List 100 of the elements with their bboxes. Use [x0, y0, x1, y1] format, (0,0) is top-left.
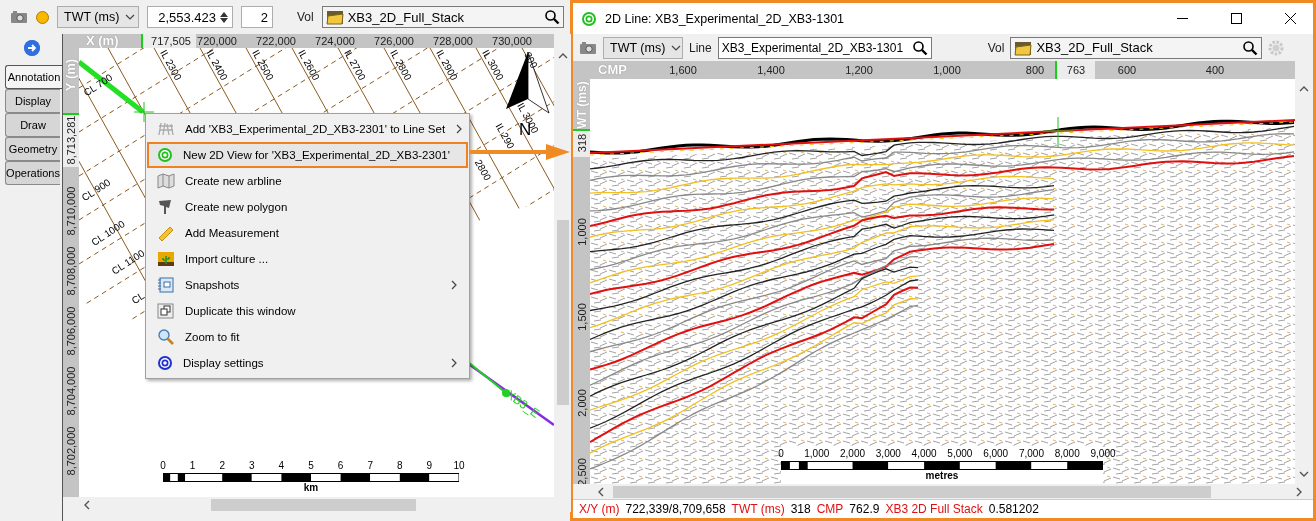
status-label: XB3 2D Full Stack [885, 502, 983, 517]
inline-label: IL 2900 [434, 48, 460, 83]
menu-item[interactable]: New 2D View for 'XB3_Experimental_2D_XB3-2301' [147, 142, 468, 168]
scroll-left-icon[interactable] [597, 486, 605, 497]
scale-label: 4 [278, 460, 285, 472]
scale-label: 0 [778, 448, 784, 461]
side-tab[interactable]: Display [5, 89, 60, 113]
x-tick-label: 724,000 [315, 34, 355, 48]
volume-field[interactable]: XB3_2D_Full_Stack [321, 6, 564, 28]
x-tick-label: 728,000 [433, 34, 473, 48]
inline-label: IL 2800 [388, 48, 414, 83]
side-tab[interactable]: Operations [5, 161, 60, 185]
x-tick-label: 1,200 [845, 63, 873, 79]
search-icon[interactable] [1242, 39, 1259, 56]
y-tick-label: 2,000 [574, 389, 589, 418]
minimize-icon [1176, 17, 1188, 20]
menu-item[interactable]: Add 'XB3_Experimental_2D_XB3-2301' to Line Set [147, 116, 468, 142]
y-tick-label: 8,702,000 [64, 426, 78, 476]
chevron-icon [451, 358, 457, 368]
inline-label: IL 2300 [158, 48, 184, 83]
camera-icon[interactable] [579, 40, 597, 55]
scroll-right-icon[interactable] [1295, 486, 1303, 497]
scale-label: 6,000 [983, 448, 1009, 461]
line-field[interactable]: XB3_Experimental_2D_XB3-1301 [717, 36, 932, 59]
y-tick-label: 8,704,000 [64, 366, 78, 416]
x-tick-label: 730,000 [492, 34, 532, 48]
status-label: CMP [816, 502, 844, 517]
volume-field[interactable]: XB3_2D_Full_Stack [1010, 36, 1263, 59]
x-tick-label: 720,000 [197, 34, 237, 48]
maximize-icon [1230, 13, 1242, 24]
menu-item[interactable]: Create new arbline [147, 168, 468, 194]
go-arrow-icon[interactable] [24, 40, 40, 56]
status-value: 318 [790, 502, 811, 517]
scale-label: 1,000 [804, 448, 830, 461]
scale-label: 7 [367, 460, 373, 472]
side-tab[interactable]: Annotation [5, 65, 62, 89]
domain-dropdown[interactable]: TWT (ms) [57, 6, 139, 28]
magnifier-icon [157, 329, 175, 345]
scroll-down-icon[interactable] [1299, 470, 1309, 479]
side-tab[interactable]: Draw [5, 113, 60, 137]
scale-label: 2,000 [840, 448, 866, 461]
search-icon[interactable] [544, 9, 560, 25]
menu-item[interactable]: Snapshots [147, 272, 468, 298]
x-tick-label: 800 [1025, 63, 1045, 79]
x-tick-label: 726,000 [374, 34, 414, 48]
crosshair-icon [134, 102, 154, 122]
scale-label: 4,000 [911, 448, 937, 461]
x-tick-label: 722,000 [256, 34, 296, 48]
scale-label: 5,000 [947, 448, 973, 461]
menu-item[interactable]: Zoom to fit [147, 324, 468, 350]
x-tick-label: 1,400 [757, 63, 785, 79]
scale-unit: km [302, 482, 320, 494]
menu-item[interactable]: Add Measurement [147, 220, 468, 246]
chevron-icon [456, 124, 463, 134]
x-tick-label: 1,600 [669, 63, 697, 79]
x-tick-label: 600 [1117, 63, 1137, 79]
x-axis-title: X (m) [86, 34, 119, 48]
y-tick-label: 1,500 [574, 303, 589, 332]
scale-label: 7,000 [1018, 448, 1044, 461]
domain-dropdown[interactable]: TWT (ms) [603, 36, 683, 59]
scroll-left-icon[interactable] [83, 499, 91, 510]
spin-down-icon[interactable] [220, 17, 228, 23]
scroll-up-icon[interactable] [557, 52, 568, 60]
spin-up-icon[interactable] [220, 11, 228, 17]
y-axis-title: WT (ms) [574, 81, 589, 130]
step-input[interactable]: 2 [241, 6, 273, 28]
scale-label: 2 [219, 460, 225, 472]
grid-label: 2800 [472, 157, 494, 183]
menu-item[interactable]: Import culture ... [147, 246, 468, 272]
scale-label: 0 [160, 460, 166, 472]
cactus-icon [157, 251, 175, 267]
target-icon [157, 147, 173, 163]
scale-label: 8,000 [1054, 448, 1080, 461]
crossline-label: CL 700 [81, 71, 115, 99]
scale-unit: metres [924, 470, 960, 483]
search-icon[interactable] [911, 39, 928, 56]
crossline-label: CL 1000 [89, 218, 127, 248]
line-set-icon [157, 121, 175, 137]
target-icon [581, 10, 597, 27]
camera-icon[interactable] [10, 10, 28, 24]
menu-item[interactable]: Display settings [147, 350, 468, 376]
target-icon [157, 355, 173, 371]
scale-label: 3,000 [875, 448, 901, 461]
scale-label: 8 [397, 460, 403, 472]
status-value: 722,339/8,709,658 [625, 502, 726, 517]
time-input[interactable]: 2,553.423 [147, 6, 233, 28]
status-value: 0.581202 [988, 502, 1039, 517]
map-icon [157, 173, 175, 189]
menu-item[interactable]: Duplicate this window [147, 298, 468, 324]
folder-icon [1014, 39, 1033, 56]
status-dot [36, 10, 49, 24]
caret-icon [671, 44, 682, 51]
notebook-icon [157, 277, 175, 293]
side-tab[interactable]: Geometry [5, 137, 60, 161]
inline-label: IL 2400 [204, 48, 230, 83]
scroll-up-icon[interactable] [1299, 85, 1309, 94]
menu-item[interactable]: Create new polygon [147, 194, 468, 220]
inline-label: IL 3000 [480, 48, 506, 83]
caret-icon [125, 14, 136, 20]
close-icon [1284, 13, 1296, 24]
